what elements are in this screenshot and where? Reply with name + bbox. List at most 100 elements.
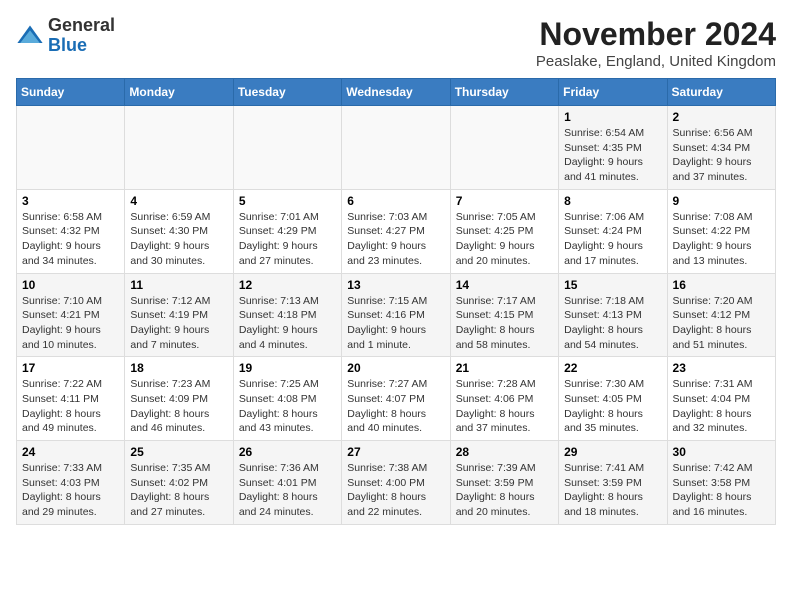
location: Peaslake, England, United Kingdom — [536, 53, 776, 70]
calendar-week-3: 10 Sunrise: 7:10 AM Sunset: 4:21 PM Dayli… — [17, 273, 776, 357]
logo-general: General — [48, 15, 115, 35]
day-number: 13 — [347, 278, 444, 292]
calendar-cell: 14Sunrise: 7:17 AM Sunset: 4:15 PM Dayli… — [450, 273, 558, 357]
logo-blue: Blue — [48, 35, 87, 55]
calendar-cell: 11 Sunrise: 7:12 AM Sunset: 4:19 PM Dayli… — [125, 273, 233, 357]
day-info: Sunrise: 7:05 AM Sunset: 4:25 PM Dayligh… — [456, 210, 553, 269]
day-number: 23 — [673, 361, 770, 375]
col-sunday: Sunday — [17, 79, 125, 106]
day-number: 8 — [564, 194, 661, 208]
page-header: General Blue November 2024 Peaslake, Eng… — [16, 16, 776, 70]
calendar-cell: 28Sunrise: 7:39 AM Sunset: 3:59 PM Dayli… — [450, 441, 558, 525]
col-wednesday: Wednesday — [342, 79, 450, 106]
day-info: Sunrise: 7:39 AM Sunset: 3:59 PM Dayligh… — [456, 461, 553, 520]
day-info: Sunrise: 7:15 AM Sunset: 4:16 PM Dayligh… — [347, 294, 444, 353]
logo-text: General Blue — [48, 16, 115, 56]
day-info: Sunrise: 7:25 AM Sunset: 4:08 PM Dayligh… — [239, 377, 336, 436]
col-friday: Friday — [559, 79, 667, 106]
calendar-cell: 26 Sunrise: 7:36 AM Sunset: 4:01 PM Dayli… — [233, 441, 341, 525]
month-title: November 2024 — [536, 16, 776, 53]
day-number: 18 — [130, 361, 227, 375]
calendar-cell — [450, 106, 558, 190]
day-info: Sunrise: 7:18 AM Sunset: 4:13 PM Dayligh… — [564, 294, 661, 353]
day-info: Sunrise: 7:30 AM Sunset: 4:05 PM Dayligh… — [564, 377, 661, 436]
day-info: Sunrise: 7:10 AM Sunset: 4:21 PM Dayligh… — [22, 294, 119, 353]
day-number: 11 — [130, 278, 227, 292]
day-info: Sunrise: 6:56 AM Sunset: 4:34 PM Dayligh… — [673, 126, 770, 185]
calendar-cell: 1Sunrise: 6:54 AM Sunset: 4:35 PM Daylig… — [559, 106, 667, 190]
day-number: 2 — [673, 110, 770, 124]
calendar-cell: 17Sunrise: 7:22 AM Sunset: 4:11 PM Dayli… — [17, 357, 125, 441]
day-number: 15 — [564, 278, 661, 292]
day-number: 4 — [130, 194, 227, 208]
day-info: Sunrise: 7:22 AM Sunset: 4:11 PM Dayligh… — [22, 377, 119, 436]
day-info: Sunrise: 6:54 AM Sunset: 4:35 PM Dayligh… — [564, 126, 661, 185]
day-number: 5 — [239, 194, 336, 208]
day-info: Sunrise: 7:28 AM Sunset: 4:06 PM Dayligh… — [456, 377, 553, 436]
day-number: 16 — [673, 278, 770, 292]
calendar-cell: 25 Sunrise: 7:35 AM Sunset: 4:02 PM Dayli… — [125, 441, 233, 525]
day-info: Sunrise: 7:12 AM Sunset: 4:19 PM Dayligh… — [130, 294, 227, 353]
day-info: Sunrise: 7:06 AM Sunset: 4:24 PM Dayligh… — [564, 210, 661, 269]
calendar-cell: 3Sunrise: 6:58 AM Sunset: 4:32 PM Daylig… — [17, 189, 125, 273]
day-number: 10 — [22, 278, 119, 292]
calendar-cell: 29Sunrise: 7:41 AM Sunset: 3:59 PM Dayli… — [559, 441, 667, 525]
day-number: 24 — [22, 445, 119, 459]
day-number: 22 — [564, 361, 661, 375]
calendar-cell: 22 Sunrise: 7:30 AM Sunset: 4:05 PM Dayli… — [559, 357, 667, 441]
day-info: Sunrise: 7:23 AM Sunset: 4:09 PM Dayligh… — [130, 377, 227, 436]
calendar-cell — [342, 106, 450, 190]
day-info: Sunrise: 7:36 AM Sunset: 4:01 PM Dayligh… — [239, 461, 336, 520]
calendar-week-5: 24Sunrise: 7:33 AM Sunset: 4:03 PM Dayli… — [17, 441, 776, 525]
calendar-cell: 18 Sunrise: 7:23 AM Sunset: 4:09 PM Dayli… — [125, 357, 233, 441]
calendar-cell: 20Sunrise: 7:27 AM Sunset: 4:07 PM Dayli… — [342, 357, 450, 441]
day-number: 27 — [347, 445, 444, 459]
calendar-body: 1Sunrise: 6:54 AM Sunset: 4:35 PM Daylig… — [17, 106, 776, 525]
calendar-cell: 12 Sunrise: 7:13 AM Sunset: 4:18 PM Dayli… — [233, 273, 341, 357]
col-thursday: Thursday — [450, 79, 558, 106]
calendar-cell: 24Sunrise: 7:33 AM Sunset: 4:03 PM Dayli… — [17, 441, 125, 525]
day-number: 12 — [239, 278, 336, 292]
day-info: Sunrise: 6:58 AM Sunset: 4:32 PM Dayligh… — [22, 210, 119, 269]
calendar-cell: 27 Sunrise: 7:38 AM Sunset: 4:00 PM Dayli… — [342, 441, 450, 525]
calendar-cell: 21 Sunrise: 7:28 AM Sunset: 4:06 PM Dayli… — [450, 357, 558, 441]
col-monday: Monday — [125, 79, 233, 106]
calendar-cell: 8 Sunrise: 7:06 AM Sunset: 4:24 PM Daylig… — [559, 189, 667, 273]
day-info: Sunrise: 7:03 AM Sunset: 4:27 PM Dayligh… — [347, 210, 444, 269]
day-info: Sunrise: 7:31 AM Sunset: 4:04 PM Dayligh… — [673, 377, 770, 436]
day-number: 7 — [456, 194, 553, 208]
day-info: Sunrise: 7:20 AM Sunset: 4:12 PM Dayligh… — [673, 294, 770, 353]
day-info: Sunrise: 7:42 AM Sunset: 3:58 PM Dayligh… — [673, 461, 770, 520]
calendar-cell: 19 Sunrise: 7:25 AM Sunset: 4:08 PM Dayli… — [233, 357, 341, 441]
calendar-cell: 2 Sunrise: 6:56 AM Sunset: 4:34 PM Daylig… — [667, 106, 775, 190]
day-number: 21 — [456, 361, 553, 375]
day-number: 19 — [239, 361, 336, 375]
day-number: 30 — [673, 445, 770, 459]
col-tuesday: Tuesday — [233, 79, 341, 106]
calendar-cell: 13 Sunrise: 7:15 AM Sunset: 4:16 PM Dayli… — [342, 273, 450, 357]
calendar-cell: 23 Sunrise: 7:31 AM Sunset: 4:04 PM Dayli… — [667, 357, 775, 441]
calendar-week-2: 3Sunrise: 6:58 AM Sunset: 4:32 PM Daylig… — [17, 189, 776, 273]
header-row: Sunday Monday Tuesday Wednesday Thursday… — [17, 79, 776, 106]
calendar-cell — [125, 106, 233, 190]
calendar-cell: 4Sunrise: 6:59 AM Sunset: 4:30 PM Daylig… — [125, 189, 233, 273]
day-info: Sunrise: 7:01 AM Sunset: 4:29 PM Dayligh… — [239, 210, 336, 269]
logo-icon — [16, 22, 44, 50]
day-number: 26 — [239, 445, 336, 459]
day-info: Sunrise: 7:13 AM Sunset: 4:18 PM Dayligh… — [239, 294, 336, 353]
calendar-cell: 6Sunrise: 7:03 AM Sunset: 4:27 PM Daylig… — [342, 189, 450, 273]
day-info: Sunrise: 7:35 AM Sunset: 4:02 PM Dayligh… — [130, 461, 227, 520]
day-number: 20 — [347, 361, 444, 375]
day-info: Sunrise: 7:41 AM Sunset: 3:59 PM Dayligh… — [564, 461, 661, 520]
logo: General Blue — [16, 16, 115, 56]
calendar-cell: 9Sunrise: 7:08 AM Sunset: 4:22 PM Daylig… — [667, 189, 775, 273]
calendar-cell — [17, 106, 125, 190]
calendar-cell — [233, 106, 341, 190]
calendar-header: Sunday Monday Tuesday Wednesday Thursday… — [17, 79, 776, 106]
calendar-cell: 16 Sunrise: 7:20 AM Sunset: 4:12 PM Dayli… — [667, 273, 775, 357]
calendar-cell: 30 Sunrise: 7:42 AM Sunset: 3:58 PM Dayli… — [667, 441, 775, 525]
day-info: Sunrise: 7:38 AM Sunset: 4:00 PM Dayligh… — [347, 461, 444, 520]
day-number: 25 — [130, 445, 227, 459]
calendar-week-1: 1Sunrise: 6:54 AM Sunset: 4:35 PM Daylig… — [17, 106, 776, 190]
day-info: Sunrise: 7:08 AM Sunset: 4:22 PM Dayligh… — [673, 210, 770, 269]
